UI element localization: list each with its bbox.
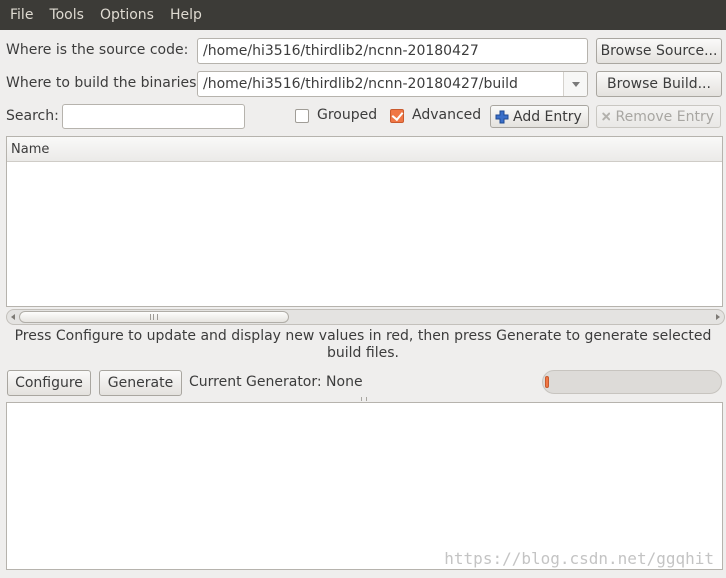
configure-label: Configure [15,375,83,391]
source-label: Where is the source code: [6,42,189,58]
menu-help[interactable]: Help [162,0,210,30]
current-generator-text: Current Generator: None [189,374,363,390]
advanced-label: Advanced [412,107,482,123]
configure-hint-text: Press Configure to update and display ne… [14,328,712,361]
add-entry-button[interactable]: Add Entry [490,105,589,128]
grouped-checkbox[interactable] [295,109,309,123]
name-column-header[interactable]: Name [7,137,722,162]
menu-tools[interactable]: Tools [41,0,92,30]
scroll-left-arrow-icon[interactable] [11,314,15,320]
browse-build-label: Browse Build... [607,76,711,92]
chevron-down-icon [571,81,580,87]
progress-bar [542,370,722,394]
menu-bar: File Tools Options Help [0,0,726,30]
watermark-text: https://blog.csdn.net/ggqhit [444,549,714,568]
advanced-checkbox[interactable] [390,109,404,123]
name-column-label: Name [11,142,50,157]
menu-file[interactable]: File [2,0,41,30]
remove-entry-label: Remove Entry [615,108,714,125]
plus-icon [495,110,509,123]
generate-label: Generate [107,375,174,391]
build-path-combobox[interactable]: /home/hi3516/thirdlib2/ncnn-20180427/bui… [197,71,588,97]
combo-dropdown-button[interactable] [563,72,587,96]
remove-icon [602,112,611,121]
add-entry-label: Add Entry [513,108,582,125]
menu-tools-label: Tools [49,7,84,23]
search-label: Search: [6,108,59,124]
search-input[interactable] [62,104,245,129]
menu-file-label: File [10,7,34,23]
scrollbar-thumb[interactable] [19,311,289,323]
menu-options-label: Options [99,7,154,23]
grip-icon [150,314,158,320]
generate-button[interactable]: Generate [99,370,182,396]
cache-entries-table[interactable]: Name [6,136,723,307]
splitter-handle[interactable] [361,397,367,401]
browse-source-label: Browse Source... [600,43,718,59]
source-path-input[interactable]: /home/hi3516/thirdlib2/ncnn-20180427 [197,38,588,64]
configure-button[interactable]: Configure [7,370,91,396]
progress-fill [545,376,549,388]
menu-help-label: Help [169,7,202,23]
grouped-label: Grouped [317,107,378,123]
horizontal-scrollbar[interactable] [6,309,725,325]
browse-source-button[interactable]: Browse Source... [596,38,722,64]
scroll-right-arrow-icon[interactable] [716,314,720,320]
output-log[interactable] [6,402,723,570]
build-label: Where to build the binaries: [6,75,202,91]
remove-entry-button[interactable]: Remove Entry [596,105,721,128]
menu-options[interactable]: Options [92,0,162,30]
browse-build-button[interactable]: Browse Build... [596,71,722,97]
build-path-value: /home/hi3516/thirdlib2/ncnn-20180427/bui… [203,76,518,92]
